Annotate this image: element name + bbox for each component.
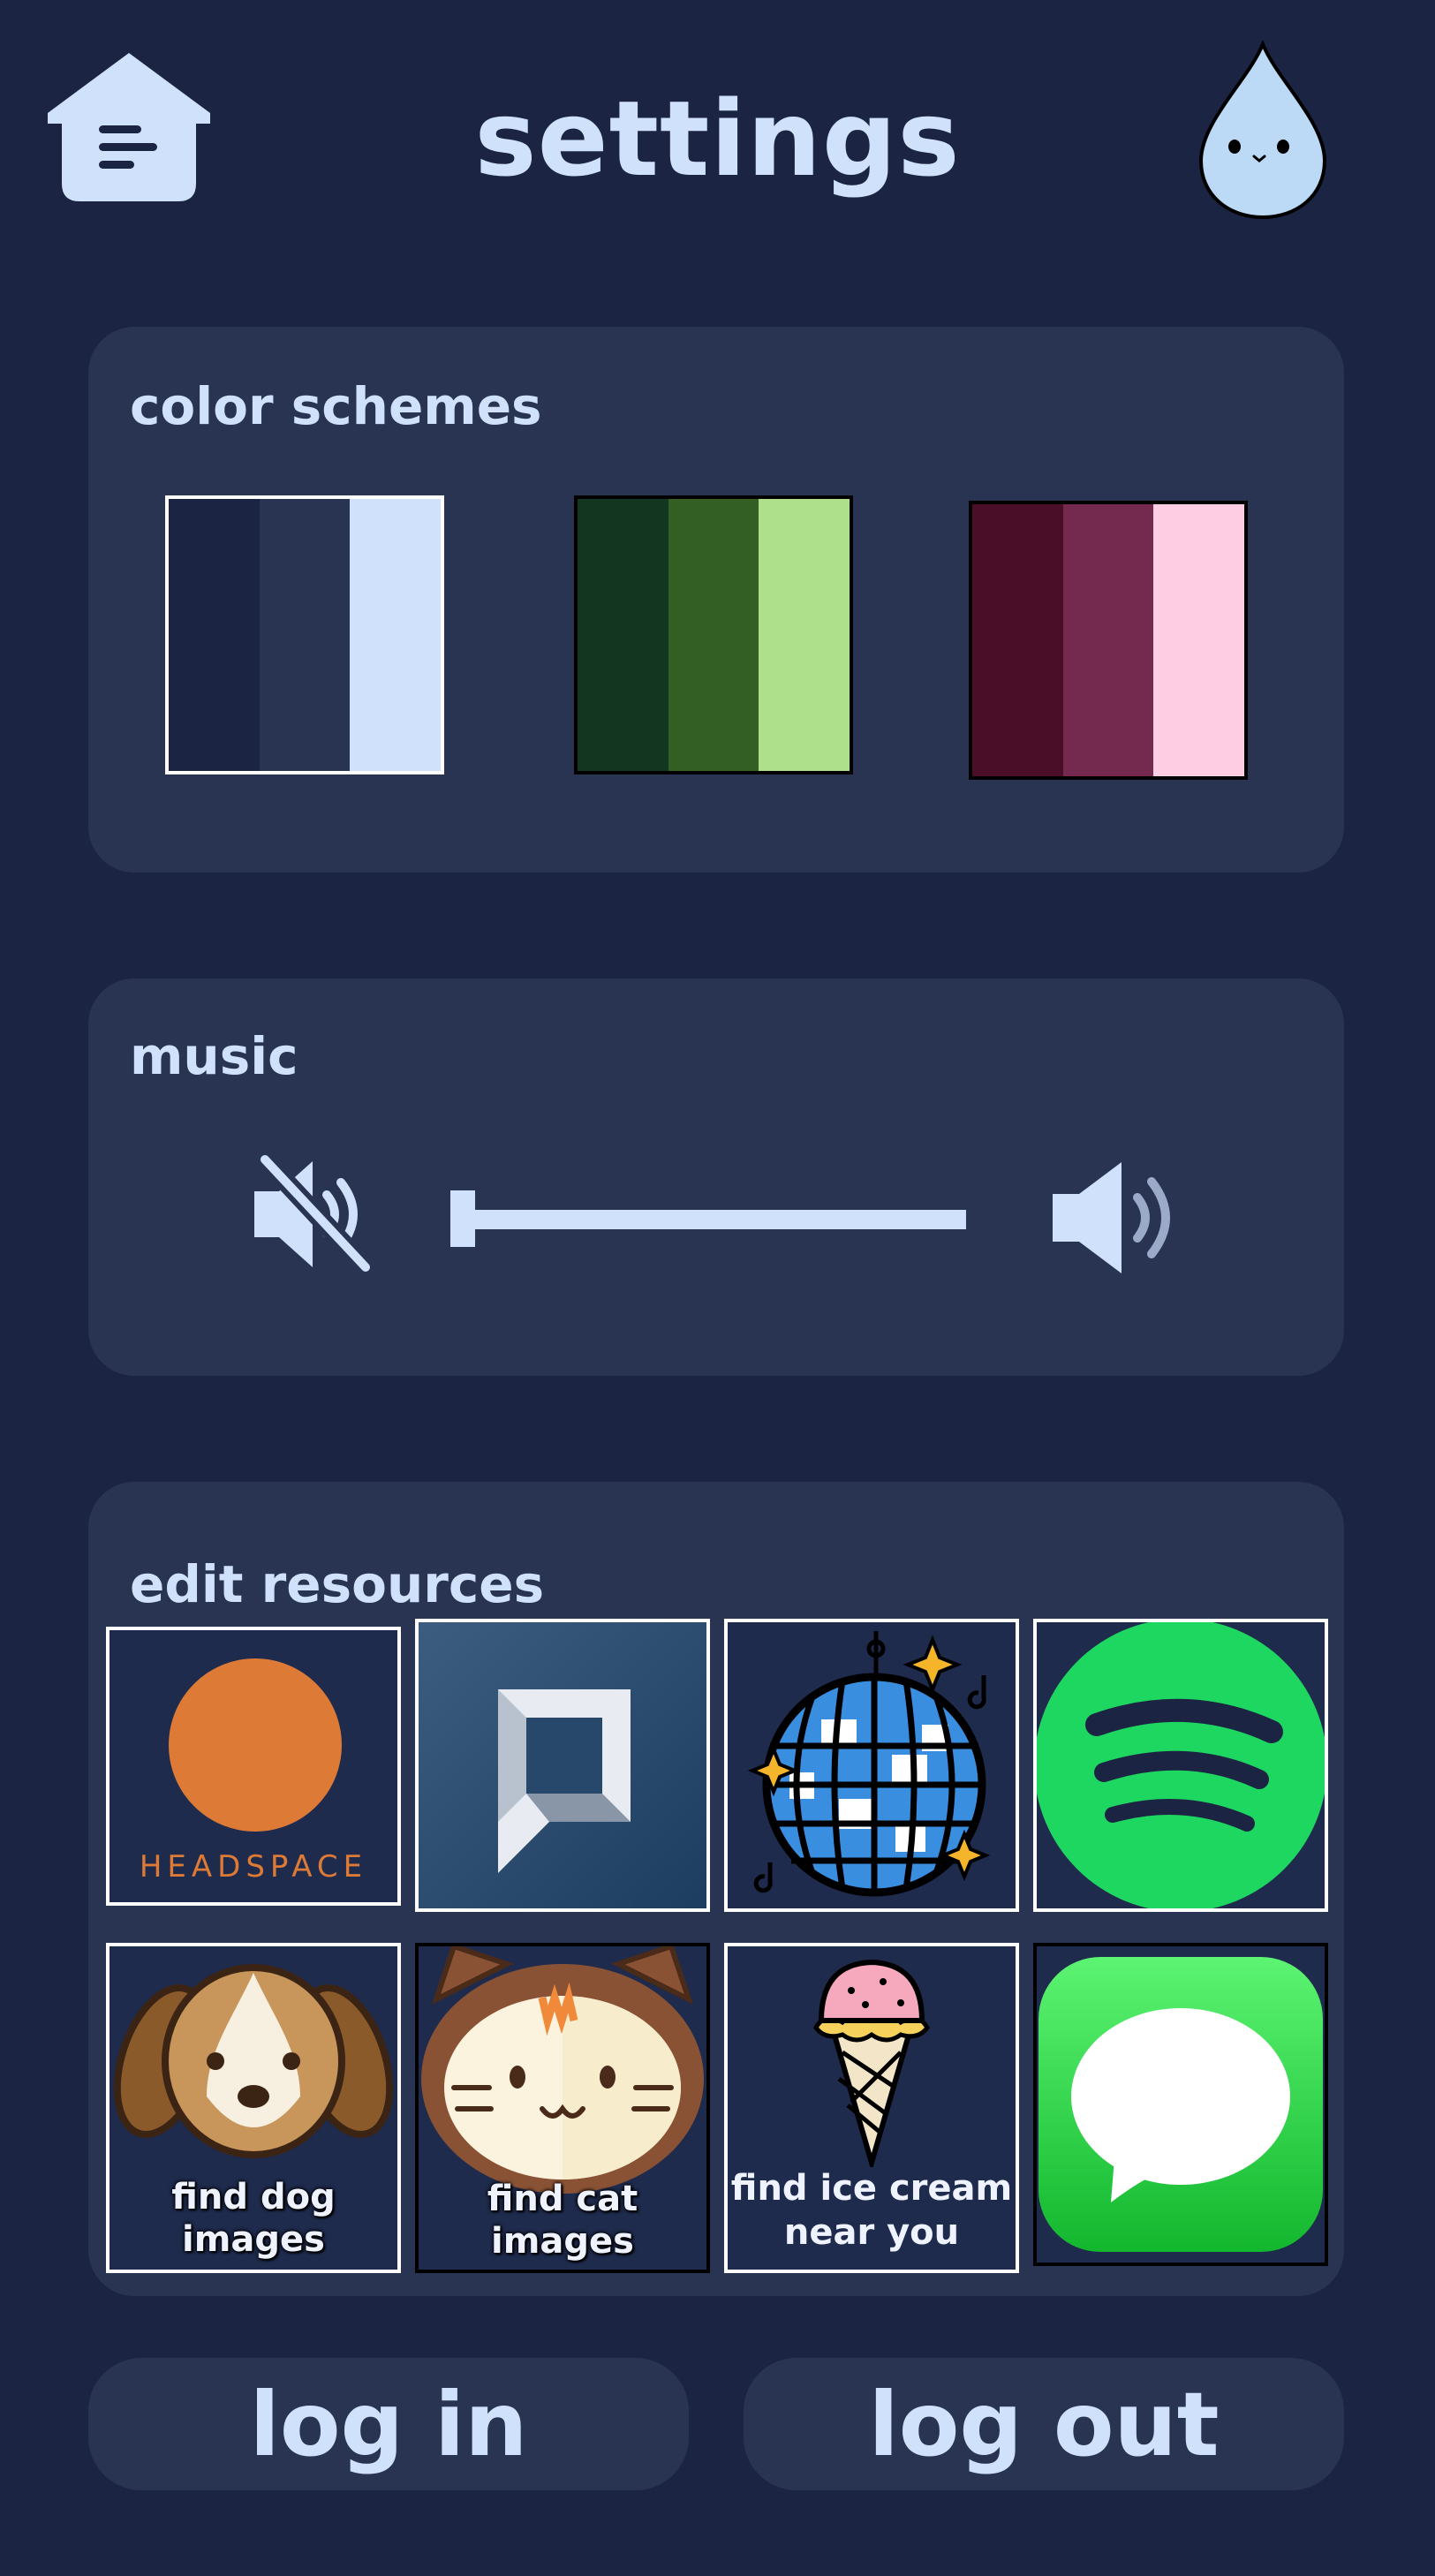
resource-messages[interactable] — [1033, 1943, 1328, 2266]
swatch-stripe — [668, 499, 759, 771]
log-in-button[interactable]: log in — [88, 2358, 689, 2490]
resource-find-cat-images[interactable]: find cat images — [415, 1943, 710, 2273]
square-app-logo-icon — [498, 1689, 631, 1873]
swatch-stripe — [759, 499, 850, 771]
mascot — [1192, 39, 1333, 223]
volume-slider[interactable] — [450, 1190, 966, 1247]
log-out-button[interactable]: log out — [744, 2358, 1344, 2490]
find-cat-label-line2: images — [491, 2221, 634, 2262]
swatch-stripe — [169, 499, 260, 771]
swatch-stripe — [1062, 504, 1154, 776]
color-scheme-green[interactable] — [574, 495, 853, 774]
music-title: music — [130, 1026, 298, 1086]
cat-face-icon — [421, 1946, 704, 2194]
swatch-stripe — [578, 499, 668, 771]
find-dog-label-line2: images — [182, 2219, 325, 2260]
swatch-stripe — [259, 499, 351, 771]
resource-spotify[interactable] — [1033, 1619, 1328, 1912]
swatch-stripe — [350, 499, 442, 771]
color-scheme-blue[interactable] — [165, 495, 444, 774]
resource-headspace[interactable]: HEADSPACE — [106, 1627, 401, 1906]
mute-button[interactable] — [249, 1150, 375, 1277]
swatch-stripe — [972, 504, 1063, 776]
resource-find-dog-images[interactable]: find dog images — [106, 1943, 401, 2273]
resource-square-app[interactable] — [415, 1619, 710, 1912]
resource-disco-ball[interactable] — [724, 1619, 1019, 1912]
volume-slider-track — [450, 1210, 966, 1229]
dog-face-icon — [113, 1964, 394, 2158]
color-scheme-pink[interactable] — [969, 501, 1248, 780]
resource-find-ice-cream[interactable]: find ice cream near you — [724, 1943, 1019, 2273]
water-drop-mascot-icon — [1198, 39, 1327, 220]
spotify-logo-icon — [1037, 1622, 1325, 1908]
volume-slider-handle[interactable] — [450, 1190, 475, 1247]
edit-resources-title: edit resources — [130, 1554, 545, 1614]
find-ice-cream-label-line2: near you — [783, 2212, 960, 2253]
messages-app-icon — [1038, 1957, 1323, 2252]
find-ice-cream-label-line1: find ice cream — [730, 2168, 1013, 2209]
speaker-muted-icon — [254, 1150, 375, 1277]
headspace-logo-icon — [169, 1658, 342, 1832]
color-schemes-title: color schemes — [130, 376, 542, 436]
ice-cream-cone-icon — [813, 1959, 930, 2172]
speaker-volume-icon — [1053, 1162, 1170, 1273]
swatch-stripe — [1153, 504, 1245, 776]
volume-up-button[interactable] — [1049, 1160, 1182, 1275]
find-dog-label-line1: find dog — [171, 2177, 336, 2217]
headspace-wordmark: HEADSPACE — [139, 1849, 368, 1885]
find-cat-label-line1: find cat — [487, 2179, 638, 2219]
disco-ball-icon — [747, 1631, 991, 1897]
